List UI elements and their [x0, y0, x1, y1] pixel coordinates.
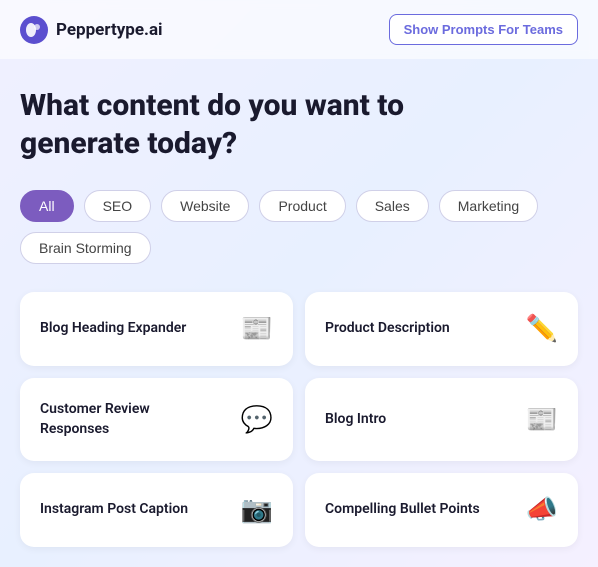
card-title-blog-heading-expander: Blog Heading Expander [40, 319, 186, 339]
card-blog-intro[interactable]: Blog Intro 📰 [305, 378, 578, 461]
card-icon-blog-heading-expander: 📰 [241, 314, 273, 344]
card-title-blog-intro: Blog Intro [325, 410, 386, 430]
card-customer-review-responses[interactable]: Customer Review Responses 💬 [20, 378, 293, 461]
filter-tab-seo[interactable]: SEO [84, 190, 152, 222]
filter-tab-sales[interactable]: Sales [356, 190, 429, 222]
card-icon-customer-review-responses: 💬 [241, 405, 273, 435]
filter-tab-all[interactable]: All [20, 190, 74, 222]
card-title-instagram-post-caption: Instagram Post Caption [40, 500, 188, 520]
card-icon-product-description: ✏️ [526, 314, 558, 344]
card-title-compelling-bullet-points: Compelling Bullet Points [325, 500, 480, 520]
card-blog-heading-expander[interactable]: Blog Heading Expander 📰 [20, 292, 293, 366]
header: Peppertype.ai Show Prompts For Teams [0, 0, 598, 59]
card-icon-compelling-bullet-points: 📣 [526, 495, 558, 525]
cards-grid: Blog Heading Expander 📰 Product Descript… [20, 292, 578, 547]
logo-text: Peppertype.ai [56, 20, 163, 40]
card-title-product-description: Product Description [325, 319, 450, 339]
filter-tab-marketing[interactable]: Marketing [439, 190, 538, 222]
card-instagram-post-caption[interactable]: Instagram Post Caption 📷 [20, 473, 293, 547]
filter-tab-product[interactable]: Product [259, 190, 345, 222]
main-content: What content do you want to generate tod… [0, 59, 598, 567]
logo-icon [20, 16, 48, 44]
show-prompts-button[interactable]: Show Prompts For Teams [389, 14, 578, 45]
card-icon-blog-intro: 📰 [526, 405, 558, 435]
card-product-description[interactable]: Product Description ✏️ [305, 292, 578, 366]
filter-tab-brainstorming[interactable]: Brain Storming [20, 232, 151, 264]
filter-tabs: All SEO Website Product Sales Marketing Brain … [20, 190, 578, 264]
card-compelling-bullet-points[interactable]: Compelling Bullet Points 📣 [305, 473, 578, 547]
logo-area: Peppertype.ai [20, 16, 163, 44]
card-icon-instagram-post-caption: 📷 [241, 495, 273, 525]
card-title-customer-review-responses: Customer Review Responses [40, 400, 200, 439]
page-headline: What content do you want to generate tod… [20, 87, 578, 162]
filter-tab-website[interactable]: Website [161, 190, 249, 222]
